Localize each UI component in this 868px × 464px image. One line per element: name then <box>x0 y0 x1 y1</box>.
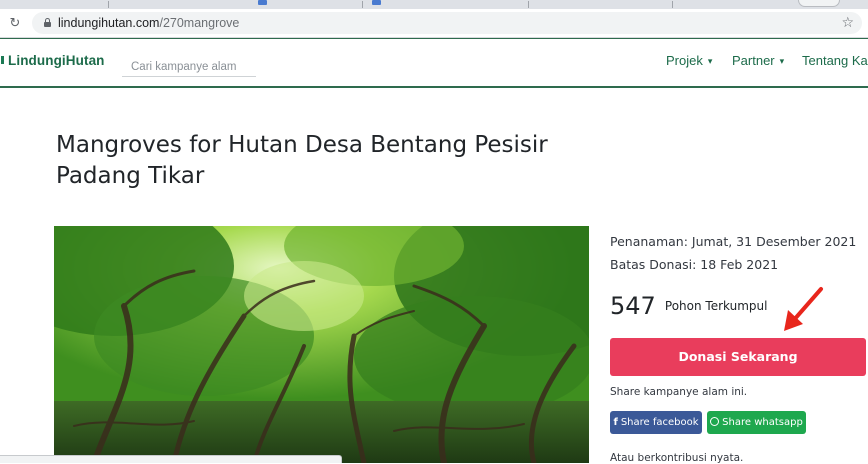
nav-label: Partner <box>732 53 775 68</box>
browser-toolbar: ↻ lindungihutan.com/270mangrove ☆ <box>0 9 868 38</box>
whatsapp-icon <box>710 417 720 426</box>
share-facebook-button[interactable]: f Share facebook <box>610 411 702 434</box>
nav-label: Tentang Kam <box>802 53 868 68</box>
brand-logo-mark <box>1 56 4 64</box>
lock-icon[interactable] <box>44 18 51 27</box>
new-tab-button[interactable] <box>798 0 840 7</box>
url-text[interactable]: lindungihutan.com/270mangrove <box>58 15 239 31</box>
planting-date: Penanaman: Jumat, 31 Desember 2021 <box>610 234 857 249</box>
share-label: Share kampanye alam ini. <box>610 386 748 398</box>
tab-separator <box>528 1 529 8</box>
nav-projek[interactable]: Projek ▾ <box>666 53 712 68</box>
trees-count: 547 <box>610 292 656 320</box>
address-bar[interactable]: lindungihutan.com/270mangrove ☆ <box>32 12 862 34</box>
mangrove-forest-image <box>54 226 589 463</box>
share-whatsapp-label: Share whatsapp <box>722 417 803 428</box>
url-host: lindungihutan.com <box>58 16 160 30</box>
nav-tentang[interactable]: Tentang Kam <box>802 53 868 68</box>
caret-down-icon: ▾ <box>779 56 785 66</box>
browser-tab-strip <box>0 0 868 9</box>
tab-separator <box>362 1 363 8</box>
tab-separator <box>108 1 109 8</box>
caret-down-icon: ▾ <box>707 56 713 66</box>
nav-label: Projek <box>666 53 703 68</box>
contribute-label: Atau berkontribusi nyata. <box>610 452 744 464</box>
tab-favicon <box>258 0 267 5</box>
facebook-icon: f <box>613 417 618 428</box>
trees-count-label: Pohon Terkumpul <box>664 299 768 313</box>
url-path: /270mangrove <box>159 16 240 30</box>
page-title: Mangroves for Hutan Desa Bentang Pesisir… <box>56 132 548 189</box>
campaign-photo <box>54 226 589 463</box>
star-icon[interactable]: ☆ <box>841 14 854 32</box>
site-header: LindungiHutan Projek ▾ Partner ▾ Tentang K… <box>0 38 868 88</box>
tab-favicon <box>372 0 381 5</box>
donate-now-button[interactable]: Donasi Sekarang <box>610 338 866 376</box>
trees-collected: 547 Pohon Terkumpul <box>610 292 767 320</box>
donation-deadline: Batas Donasi: 18 Feb 2021 <box>610 257 779 272</box>
annotation-arrow-icon <box>784 287 823 331</box>
nav-partner[interactable]: Partner ▾ <box>732 53 784 68</box>
brand-logo[interactable]: LindungiHutan <box>8 53 105 68</box>
browser-status-bar <box>0 455 342 463</box>
share-facebook-label: Share facebook <box>620 417 699 428</box>
search-input[interactable] <box>122 57 256 77</box>
tab-separator <box>672 1 673 8</box>
reload-icon[interactable]: ↻ <box>6 15 24 33</box>
share-whatsapp-button[interactable]: Share whatsapp <box>707 411 806 434</box>
